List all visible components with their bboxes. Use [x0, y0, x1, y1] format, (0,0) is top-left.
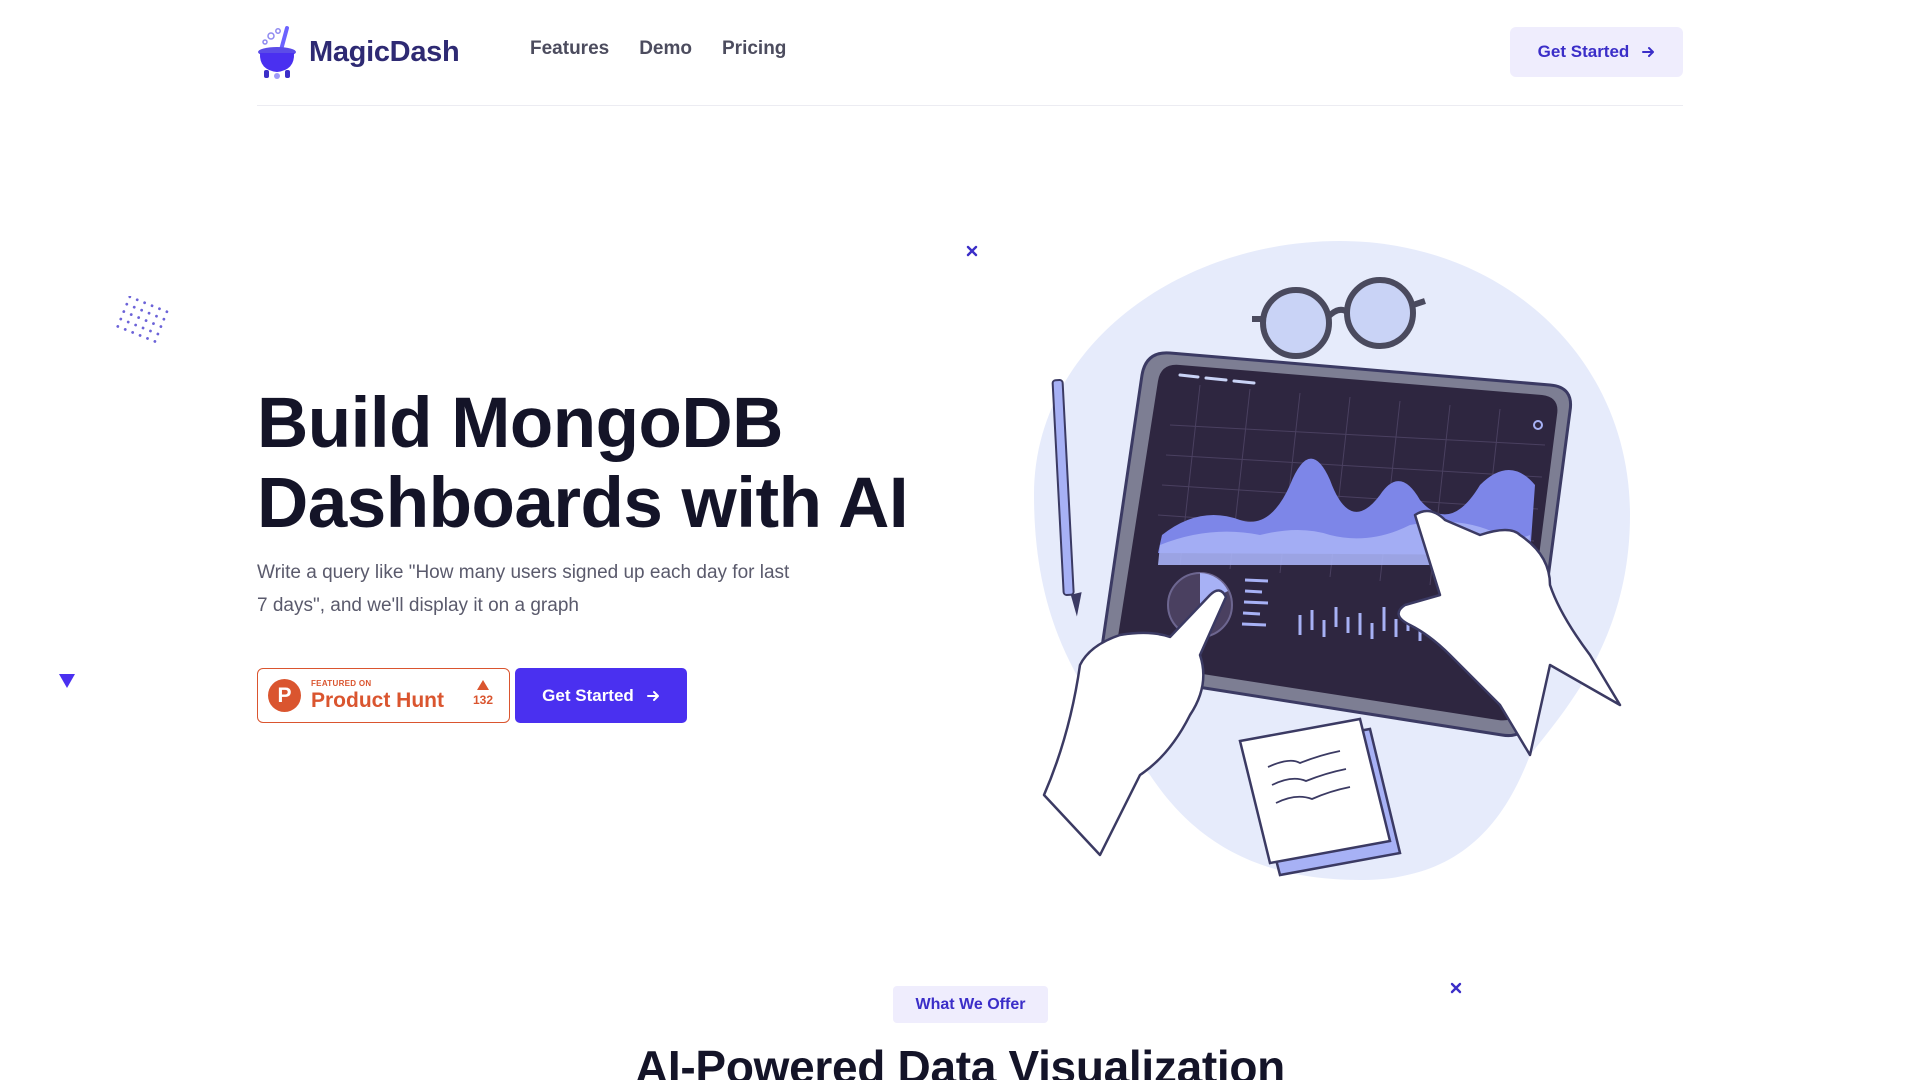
nav-link-demo[interactable]: Demo	[639, 38, 692, 59]
x-decoration	[1450, 982, 1462, 994]
x-decoration	[966, 245, 978, 257]
nav-link-pricing[interactable]: Pricing	[722, 38, 786, 59]
arrow-right-icon	[1642, 47, 1655, 57]
hero-title-line-1: Build MongoDB	[257, 384, 783, 463]
hero-subtitle: Write a query like "How many users signe…	[257, 562, 790, 616]
product-hunt-vote-count: 132	[472, 693, 493, 707]
triangle-decoration	[59, 674, 75, 688]
upvote-triangle-icon	[476, 680, 489, 690]
top-navigation: MagicDash Features Demo Pricing Get Star…	[257, 0, 1683, 106]
nav-links: Features Demo Pricing	[530, 38, 786, 60]
product-hunt-votes: 132	[473, 680, 493, 707]
product-hunt-logo-icon: P	[268, 679, 301, 712]
nav-get-started-button[interactable]: Get Started	[1510, 27, 1683, 77]
brand-name: MagicDash	[309, 35, 460, 68]
hero-title: Build MongoDB Dashboards with AI	[257, 384, 977, 544]
offer-section-title: AI-Powered Data Visualization	[635, 1041, 1285, 1080]
hero-title-line-2: Dashboards with AI	[257, 464, 909, 543]
brand-link[interactable]: MagicDash	[257, 22, 460, 82]
nav-link-features[interactable]: Features	[530, 38, 609, 59]
nav-get-started-label: Get Started	[1537, 42, 1630, 61]
hero-get-started-button[interactable]: Get Started	[515, 668, 687, 723]
product-hunt-featured-label: FEATURED ON	[311, 678, 372, 688]
product-hunt-badge[interactable]: P FEATURED ON Product Hunt 132	[257, 668, 510, 723]
product-hunt-name: Product Hunt	[311, 688, 444, 712]
hero-dashboard-illustration	[1034, 241, 1630, 880]
dot-pattern-decoration	[116, 296, 169, 343]
what-we-offer-tag: What We Offer	[893, 986, 1048, 1023]
arrow-right-icon	[646, 690, 659, 701]
cauldron-logo-icon	[258, 26, 296, 79]
hero-get-started-label: Get Started	[542, 685, 634, 705]
